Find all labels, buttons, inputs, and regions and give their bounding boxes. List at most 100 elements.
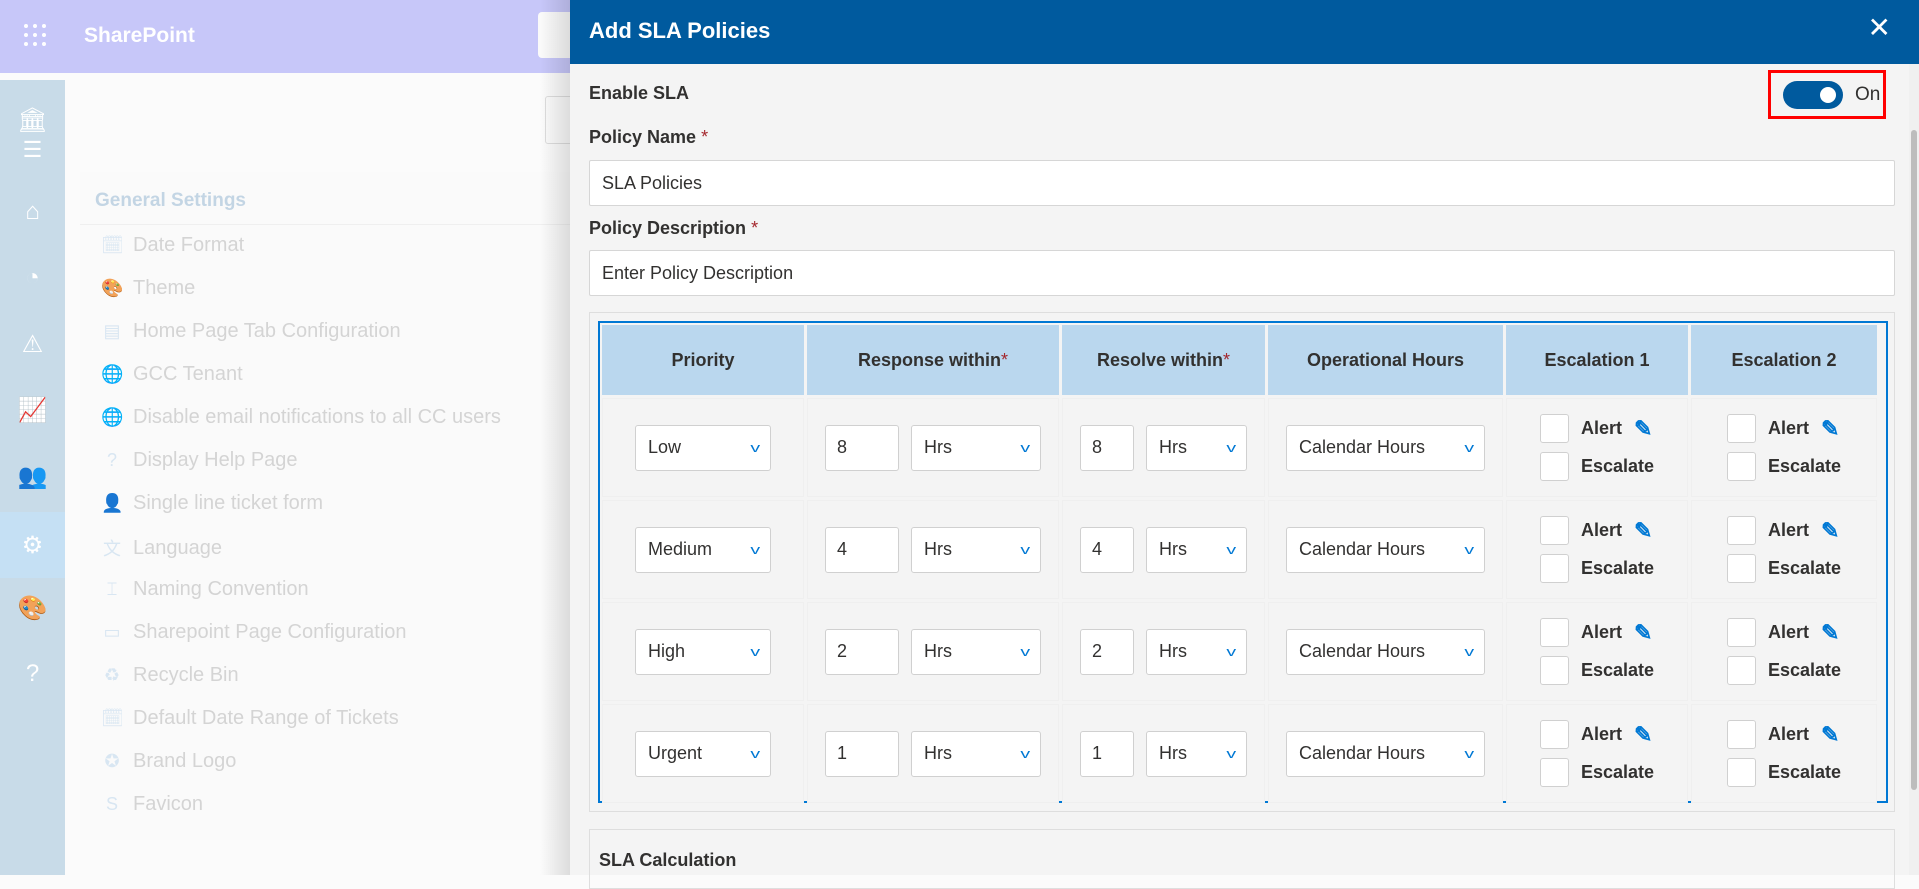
warning-icon[interactable]: ⚠	[0, 314, 65, 374]
response-within-input[interactable]	[825, 526, 899, 573]
edit-pencil-icon[interactable]: ✎	[1821, 518, 1839, 544]
settings-item[interactable]: ? Display Help Page	[101, 449, 298, 472]
escalation1-alert-checkbox[interactable]	[1539, 720, 1569, 749]
settings-item[interactable]: 🌐 Disable email notifications to all CC u…	[101, 406, 501, 429]
resolve-unit-select[interactable]: Hrs v	[1146, 424, 1247, 471]
settings-item[interactable]: 👤 Single line ticket form	[101, 492, 323, 515]
resolve-unit-select[interactable]: Hrs v	[1146, 628, 1247, 675]
settings-item[interactable]: 文 Language	[101, 535, 222, 561]
resolve-within-input[interactable]	[1080, 628, 1134, 675]
policy-description-input[interactable]	[589, 250, 1895, 296]
edit-pencil-icon[interactable]: ✎	[1821, 620, 1839, 646]
resolve-unit-select[interactable]: Hrs v	[1146, 730, 1247, 777]
escalation2-escalate-checkbox[interactable]	[1726, 656, 1756, 685]
translate-icon: 文	[103, 539, 121, 559]
chevron-down-icon: v	[1463, 542, 1474, 557]
settings-item[interactable]: S Favicon	[101, 793, 203, 816]
scrollbar[interactable]	[1909, 64, 1919, 875]
resolve-within-input[interactable]	[1080, 424, 1134, 471]
escalation2-alert-checkbox[interactable]	[1726, 618, 1756, 647]
scrollbar-thumb[interactable]	[1911, 130, 1917, 790]
settings-item-label: Brand Logo	[133, 750, 237, 772]
escalation2-escalate-checkbox[interactable]	[1726, 758, 1756, 787]
calendar-clock-icon: 🗓	[101, 708, 124, 728]
sla-priority-table: Priority Response within * Resolve within …	[598, 321, 1888, 803]
chevron-down-icon: v	[1225, 746, 1236, 761]
alert-label: Alert	[1767, 622, 1809, 642]
edit-pencil-icon[interactable]: ✎	[1634, 518, 1652, 544]
settings-item[interactable]: ▭ Sharepoint Page Configuration	[101, 621, 406, 644]
operational-hours-select[interactable]: Calendar Hours v	[1286, 526, 1485, 573]
escalation1-alert-checkbox[interactable]	[1539, 618, 1569, 647]
dashboard-icon[interactable]: ◔	[0, 248, 65, 308]
response-within-input[interactable]	[825, 424, 899, 471]
settings-item[interactable]: ⌶ Naming Convention	[101, 578, 309, 601]
escalation2-alert-checkbox[interactable]	[1726, 516, 1756, 545]
help-icon[interactable]: ?	[0, 644, 65, 704]
escalation1-alert-checkbox[interactable]	[1539, 414, 1569, 443]
settings-item[interactable]: 🗓 Default Date Range of Tickets	[101, 707, 399, 730]
priority-select[interactable]: Low v	[635, 424, 771, 471]
escalation2-alert-checkbox[interactable]	[1726, 720, 1756, 749]
enable-sla-toggle[interactable]	[1783, 80, 1843, 109]
priority-select[interactable]: High v	[635, 628, 771, 675]
edit-pencil-icon[interactable]: ✎	[1821, 416, 1839, 442]
response-unit-select[interactable]: Hrs v	[911, 424, 1041, 471]
response-within-input[interactable]	[825, 628, 899, 675]
policy-name-input[interactable]	[589, 160, 1895, 206]
response-unit-select[interactable]: Hrs v	[911, 526, 1041, 573]
menu-icon[interactable]: ☰	[0, 120, 65, 180]
home-icon[interactable]: ⌂	[0, 182, 65, 242]
escalation1-alert-checkbox[interactable]	[1539, 516, 1569, 545]
escalation2-escalate-checkbox[interactable]	[1726, 452, 1756, 481]
sla-calculation-label: SLA Calculation	[599, 850, 737, 870]
resolve-within-input[interactable]	[1080, 730, 1134, 777]
response-unit-select[interactable]: Hrs v	[911, 628, 1041, 675]
priority-select[interactable]: Urgent v	[635, 730, 771, 777]
escalation1-escalate-checkbox[interactable]	[1539, 656, 1569, 685]
response-within-input[interactable]	[825, 730, 899, 777]
users-icon[interactable]: 👥	[0, 446, 65, 506]
chart-icon[interactable]: 📈	[0, 380, 65, 440]
escalation1-escalate-checkbox[interactable]	[1539, 758, 1569, 787]
settings-item[interactable]: 🎨 Theme	[101, 277, 195, 300]
resolve-unit-select[interactable]: Hrs v	[1146, 526, 1247, 573]
alert-label: Alert	[1767, 724, 1809, 744]
settings-item-label: Display Help Page	[133, 449, 298, 471]
settings-item-label: Naming Convention	[133, 578, 309, 600]
alert-label: Alert	[1580, 724, 1622, 744]
escalation2-escalate-checkbox[interactable]	[1726, 554, 1756, 583]
resolve-within-input[interactable]	[1080, 526, 1134, 573]
help-icon: ?	[106, 450, 117, 470]
settings-item[interactable]: ✪ Brand Logo	[101, 750, 236, 773]
settings-item[interactable]: 🗓 Date Format	[101, 234, 244, 257]
escalate-label: Escalate	[1580, 558, 1655, 578]
escalate-label: Escalate	[1580, 762, 1655, 782]
response-unit-select[interactable]: Hrs v	[911, 730, 1041, 777]
escalation1-escalate-checkbox[interactable]	[1539, 452, 1569, 481]
escalation1-escalate-checkbox[interactable]	[1539, 554, 1569, 583]
escalation2-alert-checkbox[interactable]	[1726, 414, 1756, 443]
operational-hours-select[interactable]: Calendar Hours v	[1286, 424, 1485, 471]
operational-hours-select[interactable]: Calendar Hours v	[1286, 628, 1485, 675]
escalate-label: Escalate	[1580, 456, 1655, 476]
column-header: Operational Hours	[1268, 325, 1503, 395]
app-launcher-icon[interactable]	[24, 24, 46, 46]
palette-icon[interactable]: 🎨	[0, 578, 65, 638]
edit-pencil-icon[interactable]: ✎	[1634, 722, 1652, 748]
divider	[80, 224, 580, 225]
chevron-down-icon: v	[749, 746, 760, 761]
edit-pencil-icon[interactable]: ✎	[1634, 416, 1652, 442]
column-header: Escalation 2	[1691, 325, 1877, 395]
settings-item[interactable]: ♻ Recycle Bin	[101, 664, 239, 687]
edit-pencil-icon[interactable]: ✎	[1821, 722, 1839, 748]
gear-icon[interactable]: ⚙	[0, 512, 65, 578]
rename-icon: ⌶	[106, 579, 118, 599]
close-icon[interactable]: ✕	[1868, 14, 1891, 42]
settings-item[interactable]: 🌐 GCC Tenant	[101, 363, 243, 386]
settings-item[interactable]: ▤ Home Page Tab Configuration	[101, 320, 400, 343]
policy-description-label: Policy Description *	[589, 218, 759, 238]
operational-hours-select[interactable]: Calendar Hours v	[1286, 730, 1485, 777]
priority-select[interactable]: Medium v	[635, 526, 771, 573]
edit-pencil-icon[interactable]: ✎	[1634, 620, 1652, 646]
